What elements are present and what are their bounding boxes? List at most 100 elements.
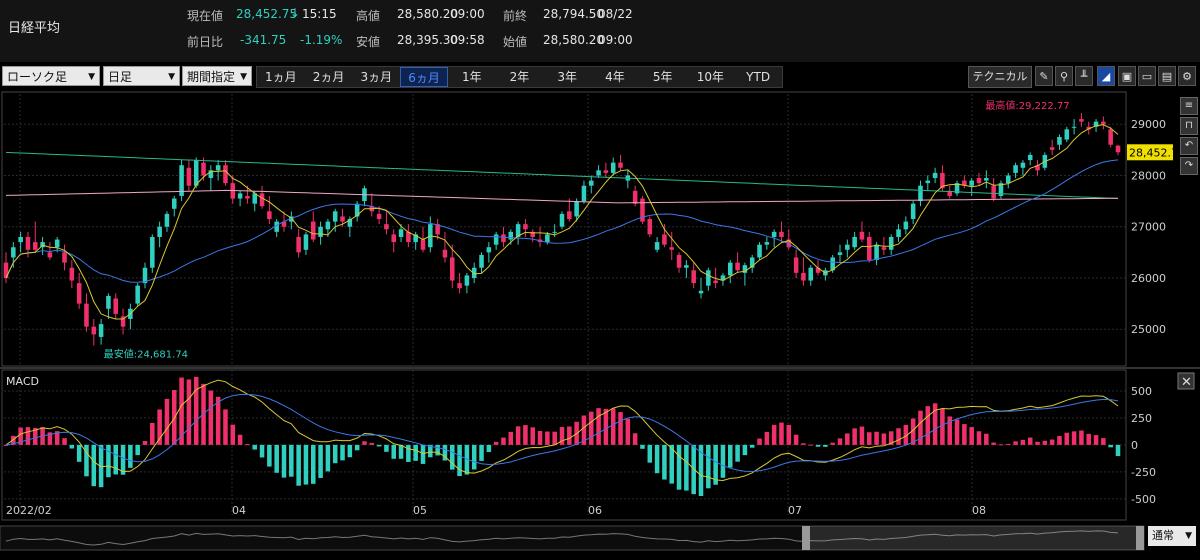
candle-body bbox=[91, 326, 97, 335]
tab-period[interactable]: YTD bbox=[734, 67, 782, 87]
macd-histogram-bar bbox=[384, 444, 389, 452]
macd-histogram-bar bbox=[735, 444, 740, 462]
tab-period[interactable]: 1年 bbox=[448, 67, 496, 87]
area-chart-icon[interactable]: ◢ bbox=[1097, 66, 1115, 86]
price-panel-frame bbox=[1, 91, 1127, 367]
y-tick-label: 25000 bbox=[1131, 323, 1166, 336]
macd-histogram-bar bbox=[332, 444, 338, 464]
candle-body bbox=[384, 224, 389, 230]
macd-histogram-bar bbox=[808, 444, 814, 446]
scale-mode-select[interactable]: 通常 ▼ bbox=[1148, 526, 1196, 546]
reset-icon[interactable]: ↷ bbox=[1180, 157, 1198, 175]
candle-body bbox=[376, 213, 382, 220]
macd-histogram-bar bbox=[1071, 431, 1077, 445]
candle-body bbox=[508, 231, 514, 240]
tab-period[interactable]: 6ヵ月 bbox=[400, 67, 448, 87]
chart-canvas: 2022/02 04 05 06 07 08 25000 26000 27000 28000 290… bbox=[0, 91, 1200, 551]
macd-histogram-bar bbox=[91, 444, 97, 487]
gear-icon[interactable]: ⚙ bbox=[1178, 66, 1196, 86]
bar-chart-icon[interactable]: ╨ bbox=[1075, 66, 1093, 86]
macd-histogram-bar bbox=[1115, 444, 1121, 457]
macd-histogram-bar bbox=[1064, 432, 1070, 445]
macd-histogram-bar bbox=[1035, 441, 1040, 445]
macd-histogram-bar bbox=[815, 444, 821, 447]
quote-header: 日経平均 現在値 28,452.75 ↓ 15:15 前日比 -341.75 -… bbox=[0, 0, 1200, 62]
pencil-icon[interactable]: ✎ bbox=[1035, 66, 1053, 86]
tab-period[interactable]: 2年 bbox=[496, 67, 544, 87]
macd-histogram-bar bbox=[237, 434, 243, 445]
tab-period[interactable]: 2ヵ月 bbox=[305, 67, 353, 87]
tab-period[interactable]: 4年 bbox=[591, 67, 639, 87]
period-mode-select[interactable]: 期間指定 ▼ bbox=[182, 66, 252, 86]
macd-histogram-bar bbox=[537, 430, 543, 445]
candle-body bbox=[215, 165, 221, 171]
lock-icon[interactable]: ⊓ bbox=[1180, 117, 1198, 135]
macd-histogram-bar bbox=[106, 444, 111, 478]
macd-histogram-bar bbox=[859, 426, 865, 445]
candle-body bbox=[866, 236, 872, 261]
candle-body bbox=[318, 226, 323, 237]
interval-value: 日足 bbox=[108, 70, 133, 84]
chart-type-select[interactable]: ローソク足 ▼ bbox=[2, 66, 100, 86]
macd-histogram-bar bbox=[1027, 437, 1033, 445]
x-tick-label: 2022/02 bbox=[6, 504, 52, 517]
current-value: 28,452.75 bbox=[236, 7, 298, 21]
period-mode-value: 期間指定 bbox=[187, 70, 236, 84]
current-time: 15:15 bbox=[302, 7, 337, 21]
candle-body bbox=[479, 254, 484, 268]
candle-body bbox=[881, 247, 887, 250]
macd-histogram-bar bbox=[720, 444, 726, 478]
interval-select[interactable]: 日足 ▼ bbox=[103, 66, 180, 86]
candle-body bbox=[69, 267, 75, 281]
macd-histogram-bar bbox=[69, 444, 75, 449]
macd-histogram-bar bbox=[135, 444, 140, 456]
candle-body bbox=[925, 180, 931, 184]
collapse-icon[interactable]: ≡ bbox=[1180, 97, 1198, 115]
macd-title: MACD bbox=[6, 375, 39, 388]
tab-period[interactable]: 3ヵ月 bbox=[352, 67, 400, 87]
open-time: 09:00 bbox=[598, 33, 633, 47]
x-tick-label: 04 bbox=[232, 504, 246, 517]
close-icon: ✕ bbox=[1181, 375, 1192, 390]
y-tick-label: 250 bbox=[1131, 412, 1152, 425]
folder-icon[interactable]: ▭ bbox=[1138, 66, 1156, 86]
zoom-icon[interactable]: ⚲ bbox=[1055, 66, 1073, 86]
y-tick-label: 500 bbox=[1131, 385, 1152, 398]
candle-body bbox=[603, 170, 609, 173]
macd-histogram-bar bbox=[376, 444, 382, 447]
tab-period[interactable]: 10年 bbox=[687, 67, 735, 87]
prev-close-value: 28,794.50 bbox=[543, 7, 605, 21]
macd-histogram-bar bbox=[830, 442, 835, 445]
period-tabs: 1ヵ月 2ヵ月 3ヵ月 6ヵ月 1年 2年 3年 4年 5年 10年 YTD bbox=[256, 66, 783, 88]
undo-icon[interactable]: ↶ bbox=[1180, 137, 1198, 155]
macd-histogram-bar bbox=[369, 442, 375, 445]
macd-histogram-bar bbox=[310, 444, 316, 484]
print-icon[interactable]: ▤ bbox=[1158, 66, 1176, 86]
candle-body bbox=[442, 249, 448, 258]
last-price-label: 28,452.75 bbox=[1129, 146, 1185, 159]
candle-body bbox=[1115, 145, 1121, 153]
low-value: 28,395.30 bbox=[397, 33, 459, 47]
candle-body bbox=[727, 262, 733, 276]
macd-histogram-bar bbox=[362, 441, 367, 445]
candle-body bbox=[84, 303, 89, 327]
candle-body bbox=[969, 180, 974, 186]
tab-period[interactable]: 1ヵ月 bbox=[257, 67, 305, 87]
candle-body bbox=[581, 185, 587, 202]
macd-histogram-bar bbox=[391, 444, 397, 459]
save-icon[interactable]: ▣ bbox=[1118, 66, 1136, 86]
macd-histogram-bar bbox=[420, 444, 426, 464]
candle-body bbox=[567, 211, 572, 220]
tab-period[interactable]: 3年 bbox=[543, 67, 591, 87]
technical-button[interactable]: テクニカル bbox=[968, 66, 1032, 88]
macd-histogram-bar bbox=[662, 444, 667, 480]
candle-body bbox=[1101, 121, 1106, 125]
candle-body bbox=[574, 201, 579, 217]
macd-histogram-bar bbox=[318, 444, 323, 478]
macd-histogram-bar bbox=[267, 444, 272, 467]
y-tick-label: 0 bbox=[1131, 439, 1138, 452]
candle-body bbox=[735, 262, 740, 271]
candle-body bbox=[150, 236, 155, 268]
macd-histogram-bar bbox=[25, 427, 31, 445]
tab-period[interactable]: 5年 bbox=[639, 67, 687, 87]
